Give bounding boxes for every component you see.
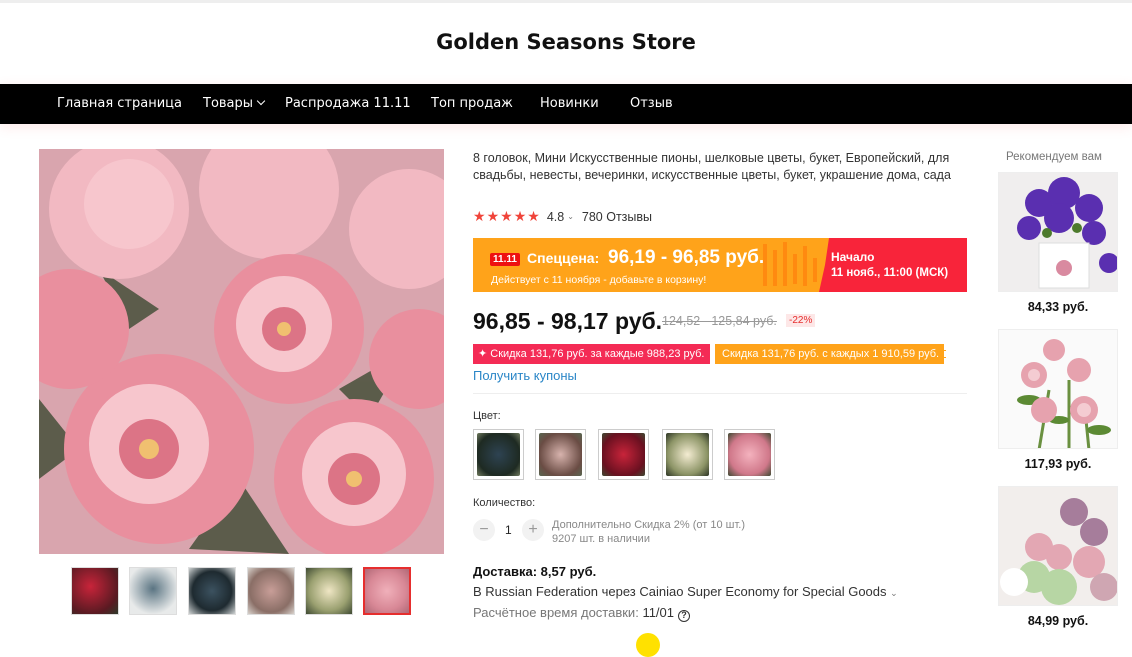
special-price-note: Действует с 11 ноября - добавьте в корзи… (491, 274, 707, 286)
quantity-value[interactable]: 1 (505, 523, 512, 537)
thumbnail-teal[interactable] (129, 567, 177, 615)
chat-icon[interactable] (636, 633, 660, 657)
color-swatch-pink[interactable] (724, 429, 775, 480)
store-name: Golden Seasons Store (436, 30, 696, 54)
delivery-eta: Расчётное время доставки: 11/01? (473, 605, 691, 622)
star-icon: ★ (473, 208, 486, 224)
sale-badge: 11.11 (490, 253, 520, 266)
get-coupons-link[interactable]: Получить купоны (473, 368, 577, 383)
chevron-down-icon: ⌄ (890, 588, 898, 598)
sale-start-time: 11 нояб., 11:00 (МСК) (831, 267, 949, 279)
top-divider (0, 0, 1132, 3)
recommend-item-3-price: 84,99 руб. (1027, 614, 1089, 628)
nav-reviews[interactable]: Отзыв (630, 96, 673, 111)
star-icon: ★ (500, 208, 513, 224)
help-icon[interactable]: ? (678, 610, 691, 622)
nav-products-label: Товары (203, 96, 254, 111)
stock-note: 9207 шт. в наличии (552, 533, 650, 545)
star-icon: ★ (486, 208, 500, 224)
sale-start-label: Начало (831, 250, 875, 264)
sale-start-panel (819, 238, 967, 292)
product-title: 8 головок, Мини Искусственные пионы, шел… (473, 151, 951, 182)
divider (473, 393, 967, 394)
thumbnail-pink-selected[interactable] (363, 567, 411, 615)
nav-new[interactable]: Новинки (540, 96, 599, 111)
chevron-down-icon[interactable]: ⌄ (567, 212, 574, 221)
color-swatch-mauve[interactable] (535, 429, 586, 480)
reviews-count[interactable]: 780 Отзывы (582, 210, 652, 224)
nav-home[interactable]: Главная страница (57, 96, 182, 111)
shipping-cost: Доставка: 8,57 руб. (473, 564, 597, 579)
peony-photo (39, 149, 444, 554)
thumbnail-mauve[interactable] (247, 567, 295, 615)
old-price: 124,52 - 125,84 руб. (662, 314, 777, 328)
rating-row: ★ ★ ★ ★ ★ 4.8 ⌄ 780 Отзывы (473, 208, 652, 225)
hydrangea-photo (999, 487, 1117, 605)
main-product-image[interactable] (39, 149, 444, 554)
special-price-label: Спеццена: (527, 250, 600, 266)
special-price: 96,19 - 96,85 руб. (608, 247, 765, 268)
star-icon: ★ (513, 208, 527, 224)
discount-badge: -22% (786, 314, 816, 327)
recommend-item-3-image[interactable] (998, 486, 1118, 606)
color-label: Цвет: (473, 410, 501, 422)
purple-flowers-photo (999, 173, 1117, 291)
quantity-decrease-button[interactable]: − (473, 519, 495, 541)
thumbnail-red[interactable] (71, 567, 119, 615)
quantity-increase-button[interactable]: + (522, 519, 544, 541)
current-price: 96,85 - 98,17 руб. (473, 308, 663, 334)
delivery-eta-label: Расчётное время доставки: (473, 605, 639, 620)
nav-products[interactable]: Товары (203, 96, 266, 111)
nav-top-sales[interactable]: Топ продаж (431, 96, 513, 111)
recommend-title: Рекомендуем вам (1006, 151, 1102, 163)
coupon-2[interactable]: Скидка 131,76 руб. с каждых 1 910,59 руб… (715, 344, 946, 364)
shipping-method-label: В Russian Federation через Cainiao Super… (473, 584, 887, 599)
shipping-method[interactable]: В Russian Federation через Cainiao Super… (473, 584, 898, 599)
color-swatch-red[interactable] (598, 429, 649, 480)
recommend-item-1-price: 84,33 руб. (1027, 300, 1089, 314)
sale-banner: 11.11 Спеццена: 96,19 - 96,85 руб. Дейст… (473, 238, 967, 292)
recommend-item-2-price: 117,93 руб. (1024, 457, 1092, 471)
rating-value[interactable]: 4.8 (547, 210, 564, 224)
color-swatch-cream[interactable] (662, 429, 713, 480)
store-nav: Главная страница Товары Распродажа 11.11… (0, 84, 1132, 124)
recommend-item-1-image[interactable] (998, 172, 1118, 292)
quantity-label: Количество: (473, 497, 536, 509)
coupon-1[interactable]: ✦ Скидка 131,76 руб. за каждые 988,23 ру… (473, 344, 710, 364)
bulk-discount-note: Дополнительно Скидка 2% (от 10 шт.) (552, 519, 746, 531)
thumbnail-cream[interactable] (305, 567, 353, 615)
nav-sale[interactable]: Распродажа 11.11 (285, 96, 411, 111)
recommend-item-2-image[interactable] (998, 329, 1118, 449)
chevron-down-icon (256, 96, 266, 106)
color-swatch-blue[interactable] (473, 429, 524, 480)
thumbnail-blue[interactable] (188, 567, 236, 615)
pink-roses-photo (999, 330, 1117, 448)
delivery-eta-value: 11/01 (642, 605, 675, 620)
star-icon: ★ (527, 208, 540, 224)
